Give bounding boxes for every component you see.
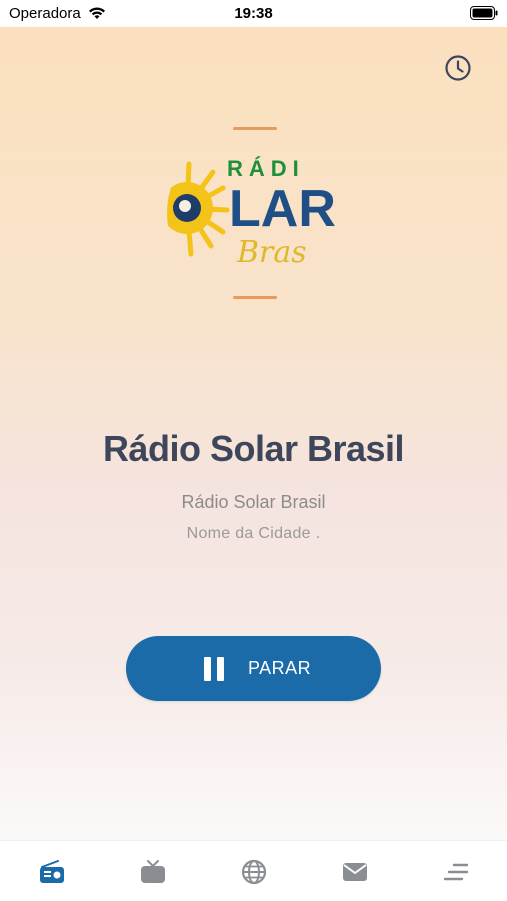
station-subtitle: Rádio Solar Brasil: [181, 492, 326, 512]
stop-button[interactable]: PARAR: [126, 636, 381, 701]
logo-text-script: Bras: [236, 235, 307, 270]
mail-icon: [343, 863, 367, 881]
tab-radio[interactable]: [38, 858, 66, 886]
stop-button-label: PARAR: [248, 658, 312, 678]
tab-menu[interactable]: [442, 858, 470, 886]
status-bar: Operadora 19:38: [0, 0, 507, 27]
station-title: Rádio Solar Brasil: [102, 428, 405, 469]
menu-icon: [443, 863, 469, 881]
tab-tv[interactable]: [139, 858, 167, 886]
tab-contact[interactable]: [341, 858, 369, 886]
tab-web[interactable]: [240, 858, 268, 886]
clock-time: 19:38: [234, 5, 273, 22]
sun-icon: [167, 161, 230, 257]
station-logo: RÁDI LAR Bras: [167, 128, 341, 298]
pause-icon: [204, 657, 226, 681]
globe-icon: [241, 859, 267, 885]
logo-text-top: RÁDI: [227, 156, 305, 181]
history-button[interactable]: [444, 54, 472, 82]
logo-text-main: LAR: [229, 180, 336, 238]
tv-icon: [141, 860, 165, 883]
radio-icon: [40, 860, 64, 883]
battery-icon: [470, 6, 498, 25]
clock-icon: [445, 55, 471, 81]
station-city: Nome da Cidade .: [186, 525, 321, 542]
tab-bar: [0, 840, 507, 901]
